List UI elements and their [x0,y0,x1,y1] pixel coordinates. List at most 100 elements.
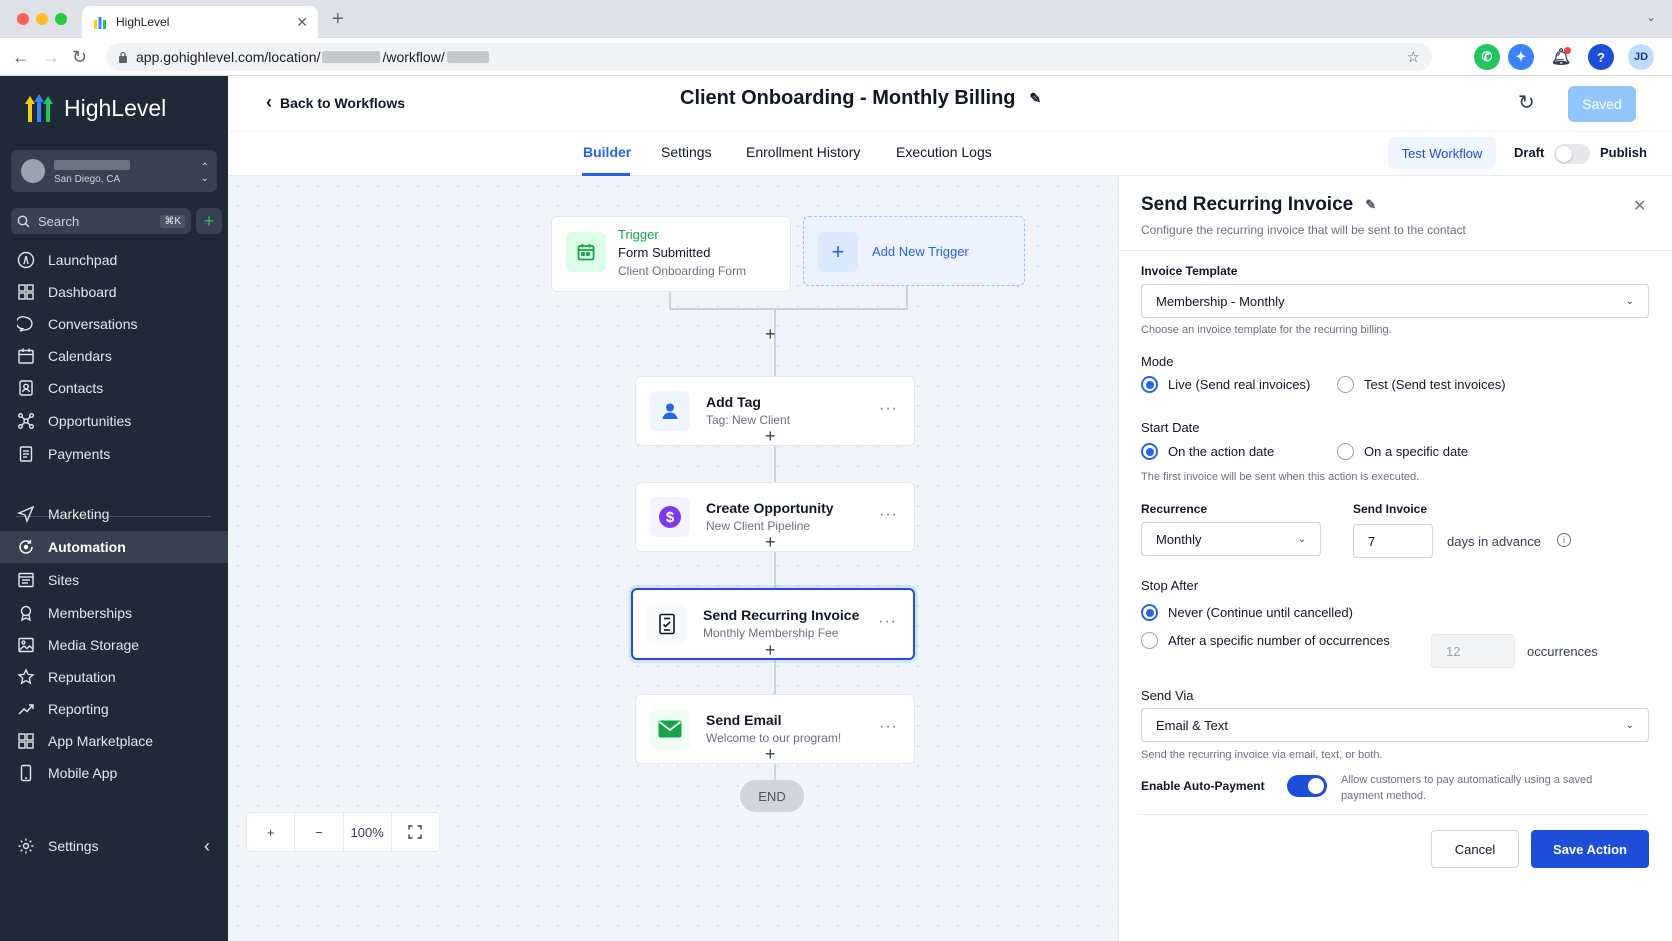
sidebar-item-dashboard[interactable]: Dashboard [0,276,228,308]
collapse-sidebar-icon[interactable]: ‹ [204,836,210,857]
sidebar-item-mobile-app[interactable]: Mobile App [0,757,228,789]
stop-after-occurrences-radio[interactable]: After a specific number of occurrences [1141,632,1390,649]
sidebar-item-sites[interactable]: Sites [0,564,228,596]
sidebar-item-launchpad[interactable]: Launchpad [0,244,228,276]
plus-icon: + [818,232,858,272]
sidebar-item-app-marketplace[interactable]: App Marketplace [0,725,228,757]
save-action-button[interactable]: Save Action [1531,830,1649,868]
occurrences-input[interactable]: 12 [1431,634,1515,668]
tab-settings[interactable]: Settings [661,144,712,160]
sidebar-item-label: App Marketplace [48,733,154,749]
cancel-button[interactable]: Cancel [1431,830,1519,868]
zoom-in-button[interactable]: + [247,813,296,851]
quick-add-button[interactable]: + [196,208,222,234]
saved-button[interactable]: Saved [1568,86,1636,122]
auto-payment-toggle[interactable] [1287,775,1327,797]
add-step-plus-button[interactable]: + [765,426,776,447]
more-options-icon[interactable]: ··· [879,506,898,524]
new-tab-button[interactable]: + [332,8,344,31]
user-avatar[interactable]: JD [1628,44,1654,70]
add-step-plus-button[interactable]: + [765,532,776,553]
step-title: Send Recurring Invoice [703,607,860,623]
zoom-out-button[interactable]: − [295,813,344,851]
brand-logo[interactable]: HighLevel [22,92,166,124]
close-tab-icon[interactable]: ✕ [296,14,308,31]
add-new-trigger-card[interactable]: + Add New Trigger [803,216,1025,286]
edit-title-pencil-icon[interactable]: ✎ [1030,90,1042,107]
chevron-down-icon: ⌄ [1625,719,1634,731]
mode-test-radio[interactable]: Test (Send test invoices) [1337,376,1506,393]
sidebar-item-settings[interactable]: Settings ‹ [0,830,228,862]
tab-execution-logs[interactable]: Execution Logs [896,144,992,160]
radio-label: Test (Send test invoices) [1364,377,1506,392]
help-icon[interactable]: ? [1588,44,1614,70]
add-step-plus-button[interactable]: + [765,744,776,765]
test-workflow-button[interactable]: Test Workflow [1388,137,1496,169]
recurrence-select[interactable]: Monthly ⌄ [1141,522,1321,556]
step-subtitle: Monthly Membership Fee [703,626,839,640]
more-options-icon[interactable]: ··· [879,718,898,736]
sidebar-item-reporting[interactable]: Reporting [0,693,228,725]
edit-action-name-pencil-icon[interactable]: ✎ [1365,197,1376,213]
send-via-value: Email & Text [1156,717,1229,733]
sidebar-item-automation[interactable]: Automation [0,531,228,563]
sidebar-item-memberships[interactable]: Memberships [0,597,228,629]
tab-menu-chevron-icon[interactable]: ⌄ [1646,10,1656,24]
notification-bell-icon[interactable]: 🔔︎ [1548,44,1574,70]
automation-icon [16,537,36,557]
more-options-icon[interactable]: ··· [878,613,897,631]
workflow-title-text: Client Onboarding - Monthly Billing [680,87,1016,109]
back-to-workflows-link[interactable]: ‹ Back to Workflows [266,92,405,113]
browser-tab[interactable]: HighLevel ✕ [82,6,318,38]
history-icon[interactable]: ↻ [1518,90,1535,115]
step-title: Create Opportunity [706,500,834,516]
sidebar-item-marketing[interactable]: Marketing [0,498,228,530]
minimize-window-button[interactable] [36,13,48,25]
url-field[interactable]: app.gohighlevel.com/location/ /workflow/… [106,43,1432,71]
sidebar-item-conversations[interactable]: Conversations [0,308,228,340]
send-invoice-label: Send Invoice [1353,502,1428,516]
tab-builder[interactable]: Builder [583,144,631,160]
more-options-icon[interactable]: ··· [879,400,898,418]
sidebar-item-reputation[interactable]: Reputation [0,661,228,693]
info-icon[interactable]: i [1557,533,1571,547]
radio-label: After a specific number of occurrences [1168,633,1390,648]
account-switcher[interactable]: San Diego, CA ⌃ ⌄ [11,150,217,192]
bookmark-star-icon[interactable]: ☆ [1407,48,1420,66]
add-step-plus-button[interactable]: + [765,324,776,345]
mode-live-radio[interactable]: Live (Send real invoices) [1141,376,1310,393]
start-action-date-radio[interactable]: On the action date [1141,443,1274,460]
auto-payment-help-line-2: payment method. [1341,790,1426,802]
dollar-icon: $ [650,497,690,537]
tab-enrollment-history[interactable]: Enrollment History [746,144,860,160]
add-step-plus-button[interactable]: + [765,640,776,661]
back-arrow-icon[interactable]: ← [12,47,30,68]
reload-icon[interactable]: ↻ [72,47,87,68]
stop-never-radio[interactable]: Never (Continue until cancelled) [1141,604,1353,621]
sidebar-item-calendars[interactable]: Calendars [0,340,228,372]
days-in-advance-input[interactable]: 7 [1353,524,1433,558]
invoice-template-select[interactable]: Membership - Monthly ⌄ [1141,284,1649,318]
send-via-select[interactable]: Email & Text ⌄ [1141,708,1649,742]
ai-assistant-icon[interactable]: ✦ [1508,44,1534,70]
sidebar-item-media-storage[interactable]: Media Storage [0,629,228,661]
sidebar-item-payments[interactable]: Payments [0,438,228,470]
gear-icon [16,836,36,856]
forward-arrow-icon[interactable]: → [42,47,60,68]
step-subtitle: Tag: New Client [706,413,791,427]
invoice-template-value: Membership - Monthly [1156,293,1285,309]
close-panel-icon[interactable]: ✕ [1633,196,1646,216]
phone-extension-icon[interactable]: ✆ [1474,44,1500,70]
trigger-card[interactable]: Trigger Form Submitted Client Onboarding… [551,216,791,292]
sidebar-item-contacts[interactable]: Contacts [0,372,228,404]
sidebar-search[interactable]: Search ⌘K [11,208,191,234]
sidebar-item-opportunities[interactable]: Opportunities [0,405,228,437]
trend-icon [16,699,36,719]
start-specific-date-radio[interactable]: On a specific date [1337,443,1468,460]
workflow-canvas[interactable]: Trigger Form Submitted Client Onboarding… [228,176,1118,941]
maximize-window-button[interactable] [55,13,67,25]
fit-screen-icon[interactable] [392,813,439,851]
sidebar: HighLevel San Diego, CA ⌃ ⌄ Search ⌘K + L… [0,76,228,941]
publish-toggle[interactable] [1554,144,1590,164]
close-window-button[interactable] [17,13,29,25]
